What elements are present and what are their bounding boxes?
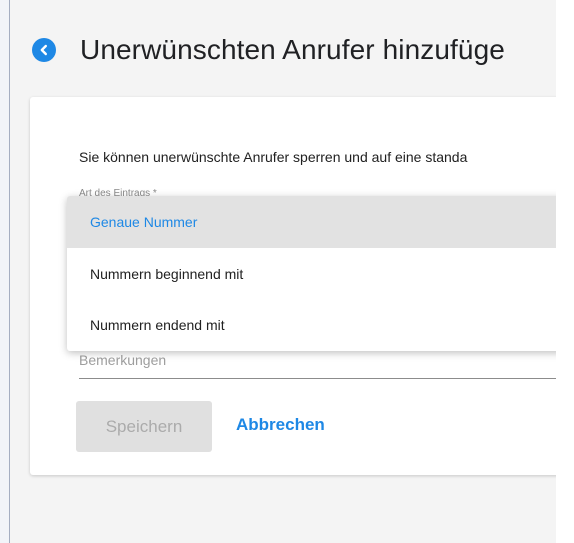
right-margin: [556, 0, 574, 543]
dropdown-option-exact-number[interactable]: Genaue Nummer: [67, 196, 556, 248]
save-button[interactable]: Speichern: [76, 401, 212, 452]
remark-input[interactable]: Bemerkungen: [79, 348, 556, 379]
page-title: Unerwünschten Anrufer hinzufüge: [80, 34, 505, 65]
main-content: Unerwünschten Anrufer hinzufüge Sie könn…: [10, 0, 556, 543]
dropdown-option-ends-with[interactable]: Nummern endend mit: [67, 299, 556, 350]
chevron-left-icon[interactable]: [32, 38, 56, 62]
remark-placeholder: Bemerkungen: [79, 352, 167, 368]
left-sidebar-edge: [0, 0, 10, 543]
page-header: Unerwünschten Anrufer hinzufüge: [32, 30, 505, 70]
entry-type-dropdown: Genaue Nummer Nummern beginnend mit Numm…: [67, 196, 556, 351]
dropdown-option-starts-with[interactable]: Nummern beginnend mit: [67, 248, 556, 299]
cancel-button[interactable]: Abbrechen: [236, 415, 325, 435]
intro-text: Sie können unerwünschte Anrufer sperren …: [79, 149, 468, 165]
